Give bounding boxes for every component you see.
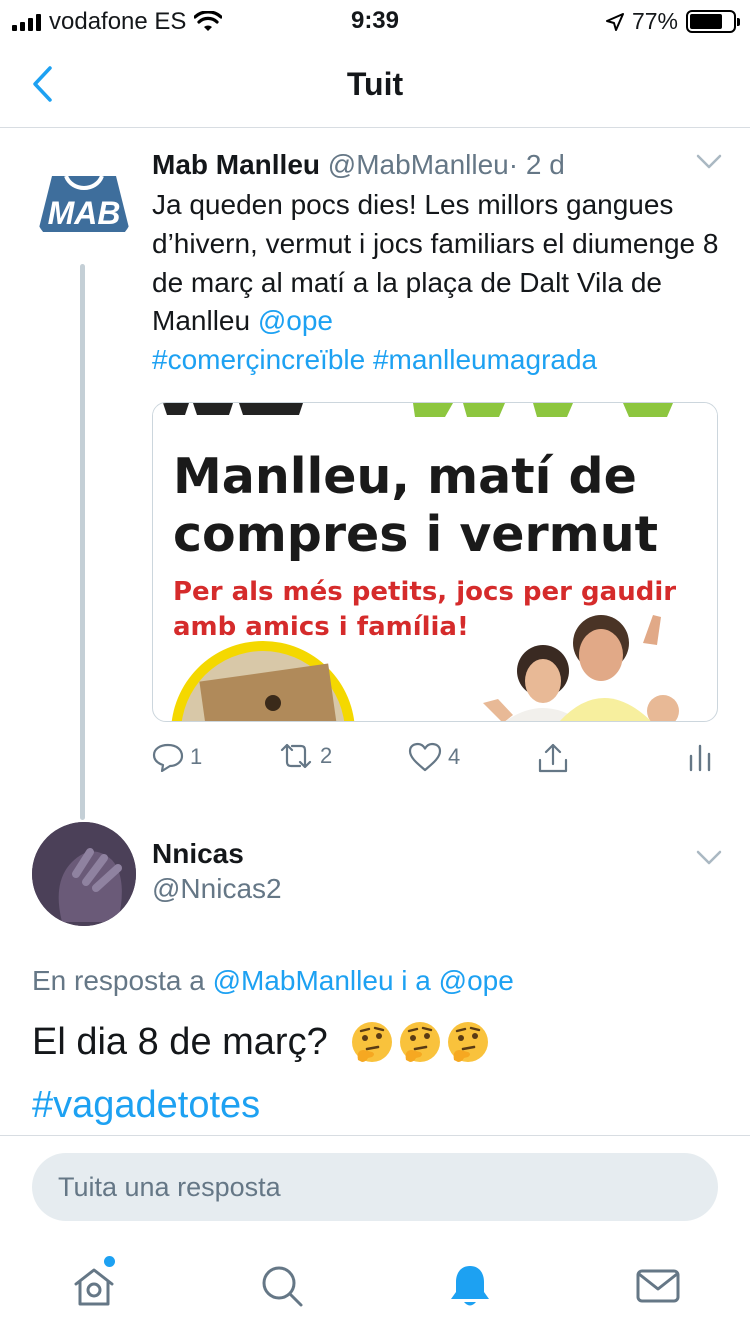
tweet-header: Mab Manlleu @MabManlleu· 2 d: [152, 146, 722, 184]
avatar-photo: [32, 822, 136, 926]
tweet-author-name[interactable]: Mab Manlleu: [152, 149, 320, 180]
tweet-author-handle[interactable]: @MabManlleu: [328, 149, 509, 180]
retweet-action[interactable]: 2: [278, 742, 332, 770]
thinking-face-icon: [351, 1022, 392, 1062]
reply-compose-input[interactable]: Tuita una resposta: [32, 1153, 718, 1221]
chevron-down-icon[interactable]: [696, 154, 722, 170]
battery-level: [690, 14, 723, 29]
notifications-icon: [451, 1266, 489, 1306]
avatar-logo-text: MAB: [48, 195, 121, 231]
like-action[interactable]: 4: [408, 742, 460, 772]
tweet-mention[interactable]: @ope: [258, 305, 333, 336]
messages-icon: [636, 1269, 680, 1303]
tab-home[interactable]: [70, 1256, 118, 1310]
status-right: 77%: [605, 8, 740, 35]
retweet-icon: [280, 743, 312, 769]
tweet[interactable]: Mab Manlleu @MabManlleu· 2 d Ja queden p…: [152, 146, 722, 380]
reply-body: El dia 8 de març?: [32, 1020, 328, 1063]
emoji-row: [350, 1020, 490, 1064]
location-arrow-icon: [605, 12, 624, 31]
tweet-actions: 1 2 4: [152, 742, 718, 786]
tab-bar: [0, 1240, 750, 1334]
media-illustration: Manlleu, matí de compres i vermut Per al…: [153, 403, 717, 721]
analytics-icon: [689, 744, 711, 772]
tweet-time: 2 d: [525, 149, 565, 180]
retweet-count: 2: [320, 743, 333, 768]
media-sub-2: amb amics i família!: [173, 612, 469, 642]
status-bar: vodafone ES 9:39 77%: [0, 0, 750, 40]
search-icon: [262, 1266, 303, 1307]
tab-messages[interactable]: [634, 1262, 682, 1310]
avatar[interactable]: MAB: [32, 148, 136, 252]
media-sub-1: Per als més petits, jocs per gaudir: [173, 577, 676, 607]
home-icon: [74, 1268, 114, 1306]
tweet-text: Ja queden pocs dies! Les millors gangues…: [152, 186, 722, 380]
battery-icon: [686, 10, 740, 33]
share-action[interactable]: [536, 742, 570, 774]
reply-author-handle[interactable]: @Nnicas2: [152, 873, 282, 905]
new-content-dot: [104, 1256, 115, 1267]
chevron-down-icon[interactable]: [696, 850, 722, 866]
tab-notifications[interactable]: [446, 1262, 494, 1310]
like-count: 4: [448, 744, 461, 769]
media-headline-2: compres i vermut: [173, 506, 658, 563]
in-reply-users[interactable]: @MabManlleu i a @ope: [213, 965, 514, 996]
reply-icon: [152, 743, 184, 772]
nav-bar: Tuit: [0, 40, 750, 128]
thinking-face-icon: [447, 1022, 488, 1062]
share-icon: [538, 743, 568, 773]
in-reply-prefix: En resposta a: [32, 965, 213, 996]
reply-placeholder: Tuita una resposta: [58, 1171, 281, 1202]
thinking-face-icon: [399, 1022, 440, 1062]
tweet-separator: ·: [508, 149, 519, 180]
reply-count: 1: [190, 744, 203, 769]
in-reply-to: En resposta a @MabManlleu i a @ope: [32, 965, 514, 997]
heart-icon: [408, 742, 442, 772]
mab-logo: MAB: [38, 175, 130, 232]
reply-text: El dia 8 de març?: [32, 1020, 490, 1064]
reply-action[interactable]: 1: [152, 742, 202, 772]
reply-hashtag[interactable]: #vagadetotes: [32, 1084, 260, 1127]
tab-search[interactable]: [258, 1262, 306, 1310]
thread-line: [80, 264, 85, 820]
avatar[interactable]: [32, 822, 136, 926]
divider: [0, 1135, 750, 1136]
page-title: Tuit: [346, 66, 404, 102]
media-headline-1: Manlleu, matí de: [173, 448, 637, 505]
tweet-hashtags[interactable]: #comerçincreïble #manlleumagrada: [152, 344, 597, 375]
reply-author-name[interactable]: Nnicas: [152, 838, 244, 870]
battery-percent: 77%: [631, 8, 678, 34]
tweet-media-image[interactable]: Manlleu, matí de compres i vermut Per al…: [152, 402, 718, 722]
analytics-action[interactable]: [688, 742, 712, 772]
tweet-body: Ja queden pocs dies! Les millors gangues…: [152, 189, 719, 337]
